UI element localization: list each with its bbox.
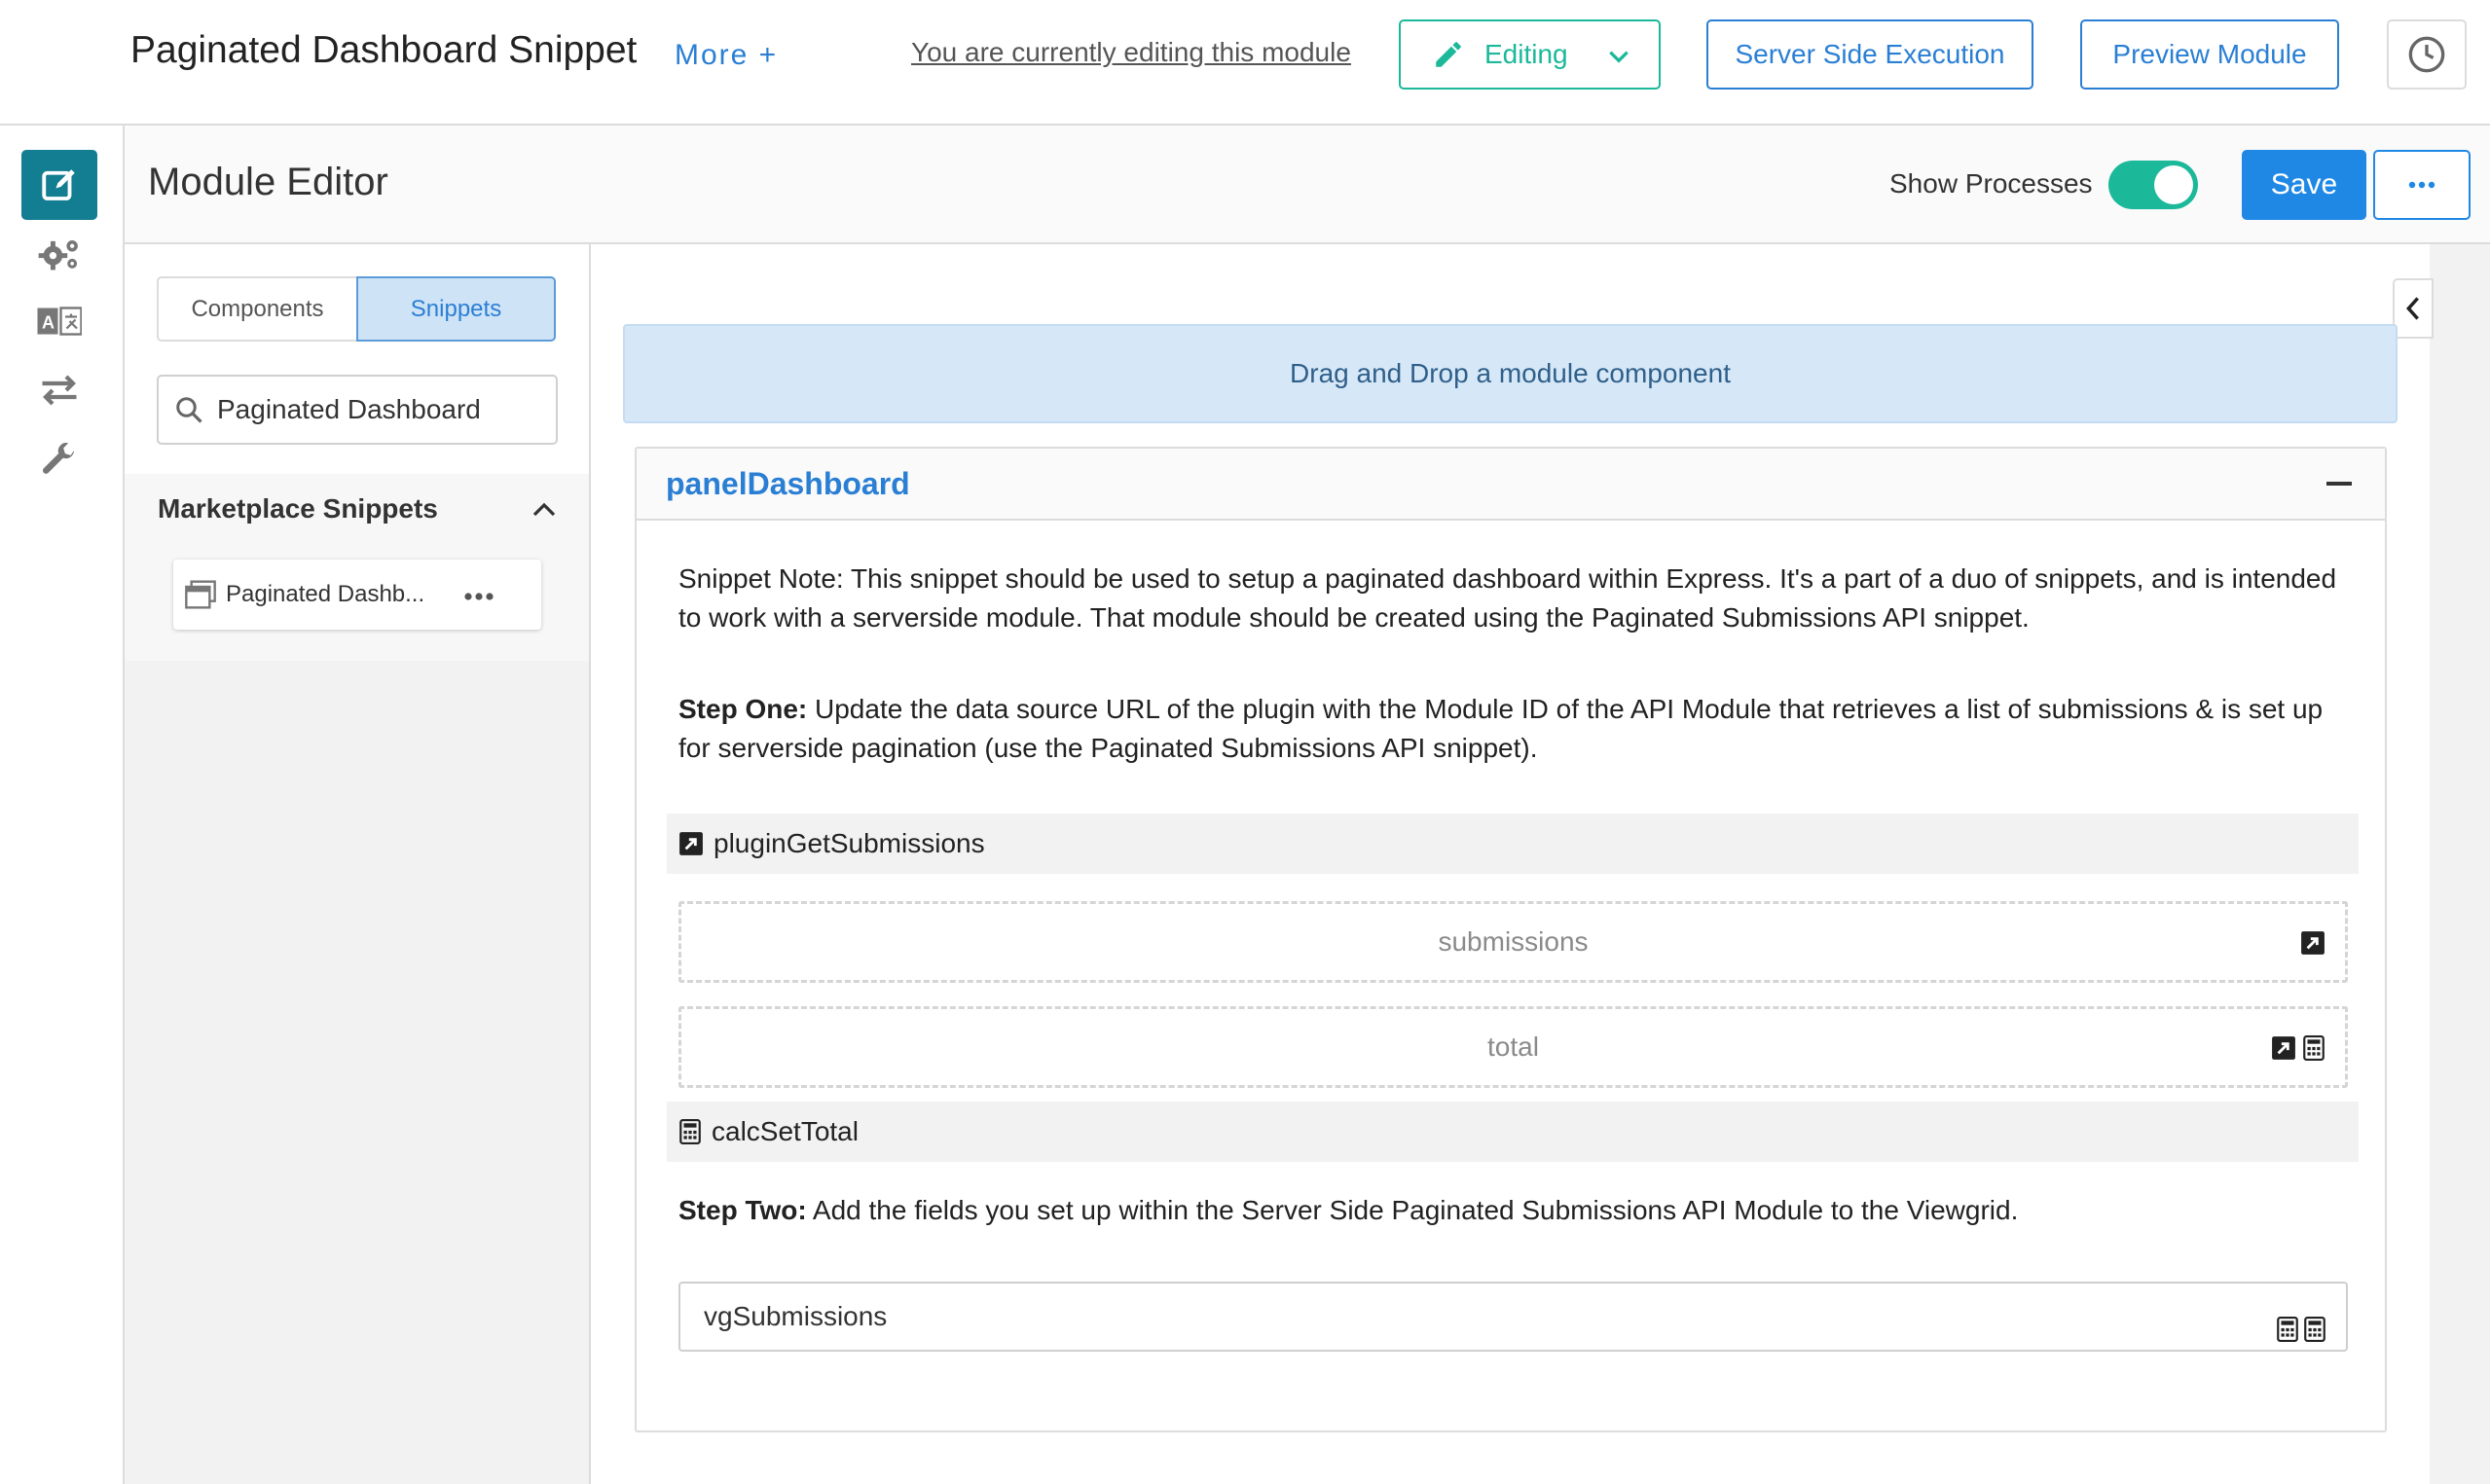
section-title: Marketplace Snippets (158, 493, 438, 524)
sidebar-controls: Components Snippets (125, 244, 589, 474)
history-button[interactable] (2387, 19, 2467, 90)
field-total[interactable]: total (678, 1006, 2348, 1088)
step-one-text: Step One: Update the data source URL of … (678, 690, 2353, 768)
search-icon (176, 397, 202, 423)
rail-tools[interactable] (21, 424, 97, 494)
chevron-up-icon[interactable] (530, 495, 559, 525)
editing-dropdown[interactable]: Editing (1399, 19, 1661, 90)
left-icon-rail: A (0, 126, 125, 1484)
svg-text:A: A (42, 313, 55, 333)
chevron-down-icon (1609, 51, 1629, 63)
show-processes-label: Show Processes (1889, 168, 2093, 199)
rail-settings[interactable] (21, 219, 97, 289)
more-link[interactable]: More + (675, 39, 778, 72)
clock-icon (2408, 36, 2445, 73)
field-total-label: total (1487, 1032, 1539, 1062)
tab-components[interactable]: Components (157, 276, 356, 342)
canvas-right-gutter (2430, 244, 2490, 1484)
step-two-text: Step Two: Add the fields you set up with… (678, 1191, 2353, 1230)
panel-dashboard: panelDashboard Snippet Note: This snippe… (635, 447, 2387, 1432)
editing-label: Editing (1484, 39, 1568, 69)
field-submissions[interactable]: submissions (678, 901, 2348, 983)
panel-header[interactable]: panelDashboard (637, 449, 2385, 521)
plugin-name: pluginGetSubmissions (714, 828, 985, 858)
gears-icon (38, 240, 78, 271)
component-dropzone[interactable]: Drag and Drop a module component (623, 324, 2398, 423)
more-options-button[interactable] (2373, 150, 2471, 220)
viewgrid-submissions[interactable]: vgSubmissions (678, 1282, 2348, 1352)
snippet-item-label: Paginated Dashb... (226, 581, 425, 607)
server-side-execution-button[interactable]: Server Side Execution (1706, 19, 2033, 90)
snippet-search[interactable] (157, 375, 558, 445)
toggle-knob (2154, 165, 2193, 204)
plugin-row[interactable]: pluginGetSubmissions (667, 814, 2359, 874)
show-processes-toggle[interactable] (2108, 161, 2198, 209)
plugin-icon (2272, 1036, 2295, 1060)
exchange-icon (42, 375, 77, 406)
viewgrid-name: vgSubmissions (704, 1301, 888, 1331)
window-icon (185, 580, 216, 609)
sidebar: Components Snippets Marketplace Snippets… (125, 244, 591, 1484)
save-button[interactable]: Save (2242, 150, 2366, 220)
rail-data-exchange[interactable] (21, 355, 97, 425)
edit-icon (42, 169, 75, 200)
plugin-icon (678, 831, 704, 856)
step-two-body: Add the fields you set up within the Ser… (806, 1195, 2019, 1225)
minus-icon[interactable] (2326, 482, 2352, 486)
preview-module-button[interactable]: Preview Module (2080, 19, 2339, 90)
ellipsis-icon[interactable] (463, 592, 494, 601)
top-bar: Paginated Dashboard Snippet More + You a… (0, 0, 2490, 126)
tab-snippets[interactable]: Snippets (356, 276, 556, 342)
marketplace-snippets-section: Marketplace Snippets Paginated Dashb... (125, 474, 589, 661)
editing-note-link[interactable]: You are currently editing this module (911, 37, 1351, 68)
calculator-icon (678, 1119, 702, 1144)
calculator-icon (2304, 1317, 2325, 1342)
module-title: Paginated Dashboard Snippet (130, 29, 638, 71)
calculation-name: calcSetTotal (712, 1116, 859, 1146)
search-input[interactable] (217, 394, 529, 425)
pencil-icon (1436, 42, 1461, 67)
editor-title: Module Editor (148, 161, 388, 203)
calculation-row[interactable]: calcSetTotal (667, 1102, 2359, 1162)
snippet-note-text: Snippet Note: This snippet should be use… (678, 563, 2337, 633)
field-submissions-label: submissions (1438, 926, 1589, 957)
calculator-icon (2277, 1317, 2298, 1342)
plugin-icon (2301, 931, 2325, 955)
calculator-icon (2303, 1035, 2325, 1061)
step-one-body: Update the data source URL of the plugin… (678, 694, 2324, 763)
rail-translate[interactable]: A (21, 286, 97, 356)
translate-icon: A (37, 307, 82, 336)
panel-title[interactable]: panelDashboard (666, 466, 910, 502)
step-two-label: Step Two: (678, 1195, 807, 1225)
ellipsis-icon (2408, 181, 2435, 189)
chevron-left-icon (2405, 297, 2419, 320)
collapse-panel-button[interactable] (2393, 278, 2434, 339)
editor-header: Module Editor Show Processes Save (125, 126, 2490, 244)
snippet-item[interactable]: Paginated Dashb... (173, 560, 541, 630)
rail-edit[interactable] (21, 150, 97, 220)
wrench-icon (43, 443, 74, 474)
step-one-label: Step One: (678, 694, 808, 724)
